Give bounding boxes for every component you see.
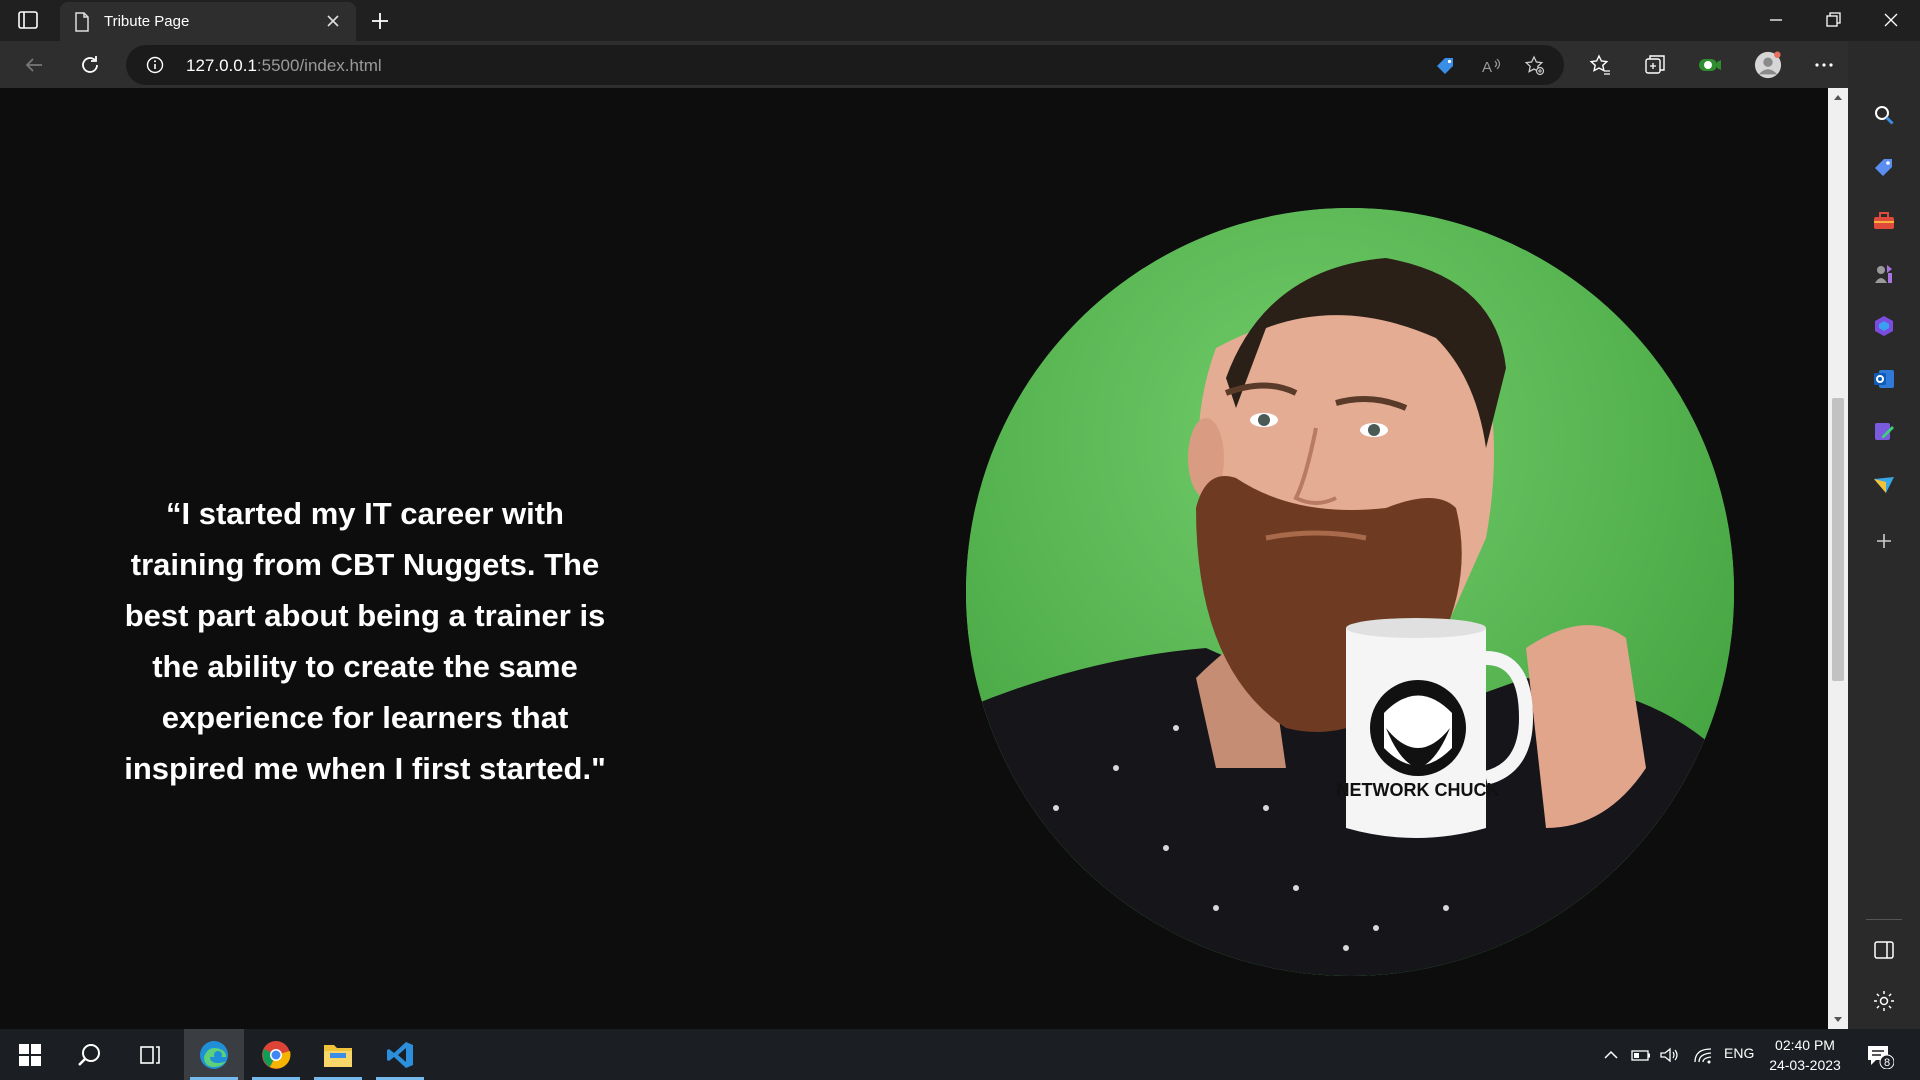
windows-logo-icon <box>19 1043 41 1066</box>
favorites-icon[interactable] <box>1586 51 1614 79</box>
battery-icon[interactable] <box>1630 1045 1652 1065</box>
url-host: 127.0.0.1 <box>186 56 257 75</box>
wifi-icon[interactable] <box>1692 1045 1714 1065</box>
taskbar-edge[interactable] <box>184 1029 244 1080</box>
tab-strip: Tribute Page <box>0 0 1920 41</box>
windows-taskbar: ENG 02:40 PM 24-03-2023 8 <box>0 1029 1920 1080</box>
show-hidden-icons-icon[interactable] <box>1602 1045 1620 1065</box>
portrait-illustration: NETWORK CHUCK <box>966 208 1734 976</box>
restore-icon[interactable] <box>1821 8 1845 32</box>
read-aloud-icon[interactable]: A <box>1480 55 1502 77</box>
taskbar-vscode[interactable] <box>370 1029 430 1080</box>
taskbar-file-explorer[interactable] <box>308 1029 368 1080</box>
scrollbar-thumb[interactable] <box>1832 398 1844 681</box>
more-options-icon[interactable] <box>1810 51 1838 79</box>
clock-date: 24-03-2023 <box>1769 1057 1841 1073</box>
search-button[interactable] <box>60 1029 120 1080</box>
outlook-icon[interactable] <box>1872 367 1896 391</box>
tab-actions-icon[interactable] <box>16 9 40 31</box>
scroll-down-icon[interactable] <box>1832 1015 1844 1025</box>
back-icon[interactable] <box>20 51 48 79</box>
microsoft-365-icon[interactable] <box>1872 314 1896 338</box>
scroll-up-icon[interactable] <box>1832 92 1844 102</box>
settings-icon[interactable] <box>1872 989 1896 1013</box>
address-bar[interactable]: 127.0.0.1:5500/index.html A <box>126 45 1564 85</box>
site-info-icon[interactable] <box>146 56 164 74</box>
system-clock[interactable]: 02:40 PM 24-03-2023 <box>1752 1035 1858 1075</box>
url-text: 127.0.0.1:5500/index.html <box>186 56 382 76</box>
drop-icon[interactable] <box>1872 473 1896 497</box>
page-viewport: “I started my IT career with training fr… <box>0 88 1828 1029</box>
new-tab-icon[interactable] <box>368 9 392 33</box>
chrome-icon <box>262 1040 291 1069</box>
minimize-icon[interactable] <box>1764 8 1788 32</box>
profile-avatar[interactable] <box>1754 51 1782 79</box>
mug-text: NETWORK CHUCK <box>1337 780 1500 800</box>
task-view-button[interactable] <box>120 1029 180 1080</box>
add-favorite-icon[interactable] <box>1524 55 1546 77</box>
search-icon[interactable] <box>1872 103 1896 127</box>
collections-icon[interactable] <box>1641 51 1669 79</box>
shopping-tag-icon[interactable] <box>1434 55 1456 77</box>
hide-sidebar-icon[interactable] <box>1872 938 1896 962</box>
notification-count: 8 <box>1884 1057 1890 1069</box>
taskbar-chrome[interactable] <box>246 1029 306 1080</box>
folder-icon <box>324 1044 352 1067</box>
start-button[interactable] <box>0 1029 60 1080</box>
designer-icon[interactable] <box>1872 420 1896 444</box>
edge-sidebar <box>1848 41 1920 1029</box>
extension-icon[interactable] <box>1696 51 1724 79</box>
refresh-icon[interactable] <box>76 51 104 79</box>
page-scrollbar[interactable] <box>1828 88 1848 1029</box>
url-path: :5500/index.html <box>256 56 382 75</box>
close-window-icon[interactable] <box>1879 8 1903 32</box>
input-language[interactable]: ENG <box>1724 1045 1754 1065</box>
shopping-icon[interactable] <box>1872 156 1896 180</box>
page-icon <box>75 12 89 32</box>
vscode-icon <box>387 1041 413 1068</box>
sidebar-divider <box>1866 919 1902 920</box>
browser-toolbar: 127.0.0.1:5500/index.html A <box>0 41 1920 88</box>
svg-text:A: A <box>1482 59 1492 76</box>
clock-time: 02:40 PM <box>1775 1037 1835 1053</box>
taskbar-search-icon <box>78 1043 100 1066</box>
tab-title: Tribute Page <box>104 13 190 30</box>
tools-icon[interactable] <box>1872 209 1896 233</box>
tribute-portrait: NETWORK CHUCK <box>966 208 1734 976</box>
notification-center[interactable]: 8 <box>1866 1043 1895 1070</box>
task-view-icon <box>140 1045 160 1064</box>
tribute-quote: “I started my IT career with training fr… <box>124 496 606 786</box>
games-icon[interactable] <box>1872 261 1896 285</box>
close-tab-icon[interactable] <box>324 12 342 30</box>
notification-icon: 8 <box>1868 1046 1895 1070</box>
tab-tribute-page[interactable]: Tribute Page <box>60 2 356 41</box>
volume-icon[interactable] <box>1658 1045 1680 1065</box>
add-sidebar-icon[interactable] <box>1872 529 1896 553</box>
edge-icon <box>200 1040 228 1069</box>
